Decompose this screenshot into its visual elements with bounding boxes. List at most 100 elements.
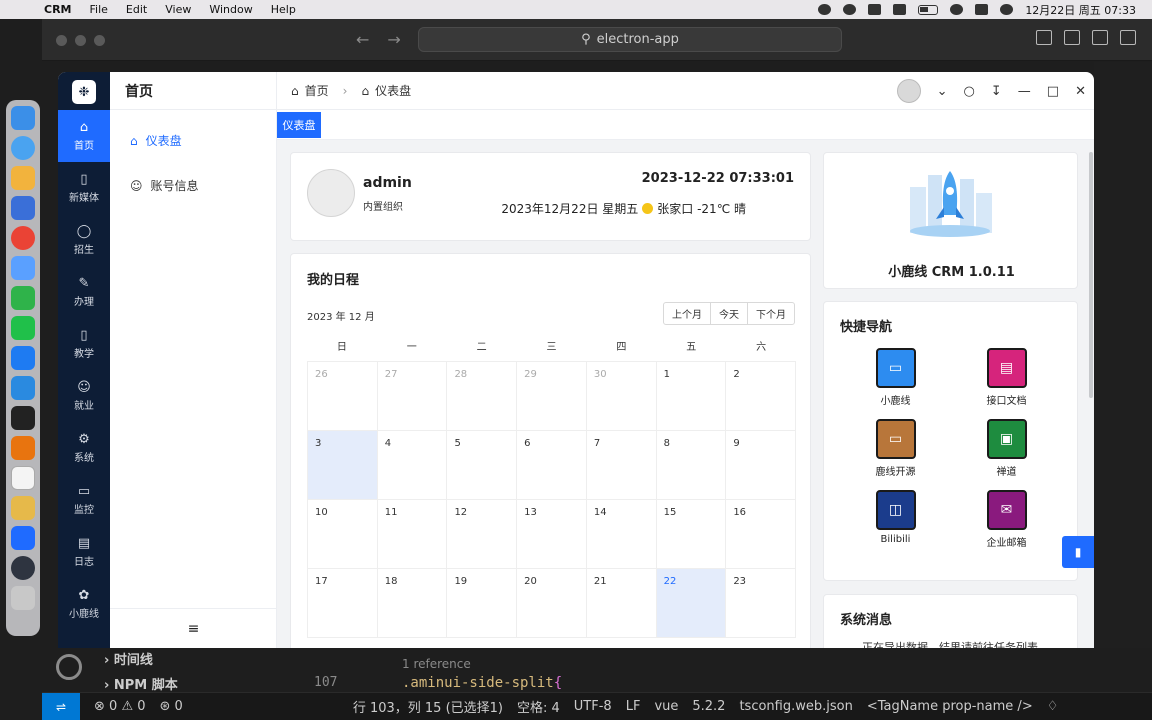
minimize-icon[interactable]: —: [1018, 84, 1031, 99]
rail-item-monitor[interactable]: ▭ 监控: [58, 474, 110, 526]
finder-icon[interactable]: [11, 106, 35, 130]
calendar-day[interactable]: 16: [726, 500, 797, 569]
calendar-day[interactable]: 2: [726, 362, 797, 431]
tag-dashboard[interactable]: 仪表盘: [277, 112, 321, 138]
hbuilder-icon[interactable]: [11, 286, 35, 310]
quick-nav-api-docs[interactable]: ▤ 接口文档: [951, 348, 1062, 407]
sub-item-account[interactable]: ☺ 账号信息: [110, 163, 276, 208]
calendar-day[interactable]: 13: [517, 500, 587, 569]
input-method-icon[interactable]: [868, 4, 882, 15]
rail-item-system[interactable]: ⚙ 系统: [58, 422, 110, 474]
calendar-day-selected[interactable]: 3: [307, 431, 378, 500]
breadcrumb-home[interactable]: 首页: [305, 82, 329, 99]
wechat-icon[interactable]: [11, 316, 35, 340]
rail-item-enroll[interactable]: ◯ 招生: [58, 214, 110, 266]
code-line[interactable]: .aminui-side-split{: [402, 675, 562, 691]
menu-app-name[interactable]: CRM: [44, 3, 72, 16]
quick-nav-bilibili[interactable]: ◫ Bilibili: [840, 490, 951, 549]
breadcrumb-dashboard[interactable]: 仪表盘: [375, 82, 411, 99]
feishu-icon[interactable]: [11, 346, 35, 370]
calendar-day[interactable]: 27: [377, 362, 448, 431]
command-center[interactable]: ⚲ electron-app: [418, 27, 842, 52]
download-icon[interactable]: ↧: [991, 84, 1002, 99]
calendar-day[interactable]: 29: [517, 362, 587, 431]
trash-icon[interactable]: [11, 586, 35, 610]
bell-icon[interactable]: ♢: [1047, 699, 1059, 714]
status-problems[interactable]: ⊗ 0 ⚠ 0: [94, 699, 146, 714]
calendar-day[interactable]: 1: [656, 362, 727, 431]
toggle-sidebar-icon[interactable]: [1036, 30, 1052, 45]
terminal-icon[interactable]: [11, 406, 35, 430]
maximize-icon[interactable]: □: [1047, 84, 1059, 99]
message-item[interactable]: 正在导出数据，结果请前往任务列表: [862, 639, 1038, 648]
calendar-day[interactable]: 6: [517, 431, 587, 500]
record-icon[interactable]: [818, 4, 832, 15]
status-language[interactable]: vue: [654, 699, 678, 714]
minimize-window-button[interactable]: [75, 35, 86, 46]
quick-nav-xiaolu[interactable]: ▭ 小鹿线: [840, 348, 951, 407]
typora-icon[interactable]: [11, 466, 35, 490]
close-icon[interactable]: ✕: [1075, 84, 1086, 99]
calendar-day[interactable]: 12: [447, 500, 518, 569]
customize-layout-icon[interactable]: [1120, 30, 1136, 45]
calendar-day[interactable]: 10: [307, 500, 378, 569]
calendar-day[interactable]: 14: [586, 500, 657, 569]
crm-icon[interactable]: [11, 526, 35, 550]
menu-window[interactable]: Window: [209, 3, 252, 16]
calendar-day[interactable]: 5: [447, 431, 518, 500]
sub-item-dashboard[interactable]: ⌂ 仪表盘: [110, 118, 276, 163]
wifi-icon[interactable]: [893, 4, 907, 15]
manage-gear-icon[interactable]: [56, 654, 82, 680]
status-encoding[interactable]: UTF-8: [574, 699, 612, 714]
calendar-day[interactable]: 26: [307, 362, 378, 431]
calendar-day-today[interactable]: 22: [656, 569, 727, 638]
baidu-netdisk-icon[interactable]: [11, 256, 35, 280]
battery-icon[interactable]: [918, 4, 939, 15]
rail-item-log[interactable]: ▤ 日志: [58, 526, 110, 578]
network-icon[interactable]: [843, 4, 857, 15]
avatar[interactable]: [896, 79, 921, 103]
status-ports[interactable]: ⊛ 0: [160, 699, 183, 714]
toggle-secondary-sidebar-icon[interactable]: [1092, 30, 1108, 45]
electron-icon[interactable]: [11, 556, 35, 580]
safari-icon[interactable]: [11, 136, 35, 160]
content-scrollbar[interactable]: [1089, 152, 1093, 398]
message-icon[interactable]: ○: [964, 84, 975, 99]
calendar-day[interactable]: 30: [586, 362, 657, 431]
quick-nav-zentao[interactable]: ▣ 禅道: [951, 419, 1062, 478]
quicktime-icon[interactable]: [11, 196, 35, 220]
status-version[interactable]: 5.2.2: [692, 699, 725, 714]
prev-month-button[interactable]: 上个月: [664, 303, 711, 324]
zoom-window-button[interactable]: [94, 35, 105, 46]
rail-item-career[interactable]: ☺ 就业: [58, 370, 110, 422]
menu-view[interactable]: View: [165, 3, 191, 16]
close-window-button[interactable]: [56, 35, 67, 46]
menu-help[interactable]: Help: [271, 3, 296, 16]
today-button[interactable]: 今天: [711, 303, 748, 324]
calendar-day[interactable]: 18: [377, 569, 448, 638]
calendar-day[interactable]: 4: [377, 431, 448, 500]
menu-edit[interactable]: Edit: [126, 3, 147, 16]
menu-clock[interactable]: 12月22日 周五 07:33: [1025, 2, 1136, 18]
rail-item-media[interactable]: ▯ 新媒体: [58, 162, 110, 214]
menu-file[interactable]: File: [90, 3, 108, 16]
feedback-float-button[interactable]: ▮: [1062, 536, 1094, 568]
status-position[interactable]: 行 103，列 15 (已选择1): [353, 697, 503, 716]
calendar-day[interactable]: 19: [447, 569, 518, 638]
status-indent[interactable]: 空格: 4: [517, 697, 560, 716]
calendar-day[interactable]: 11: [377, 500, 448, 569]
chrome-icon[interactable]: [11, 226, 35, 250]
rail-item-xiaolu[interactable]: ✿ 小鹿线: [58, 578, 110, 630]
calendar-day[interactable]: 28: [447, 362, 518, 431]
rail-item-handle[interactable]: ✎ 办理: [58, 266, 110, 318]
control-center-icon[interactable]: [975, 4, 989, 15]
tree-npm-scripts[interactable]: › NPM 脚本: [104, 674, 178, 693]
calendar-day[interactable]: 7: [586, 431, 657, 500]
sublime-icon[interactable]: [11, 436, 35, 460]
calendar-day[interactable]: 21: [586, 569, 657, 638]
quick-nav-mail[interactable]: ✉ 企业邮箱: [951, 490, 1062, 549]
vscode-icon[interactable]: [11, 376, 35, 400]
next-month-button[interactable]: 下个月: [748, 303, 794, 324]
launchpad-icon[interactable]: [11, 166, 35, 190]
rail-item-home[interactable]: ⌂ 首页: [58, 110, 110, 162]
